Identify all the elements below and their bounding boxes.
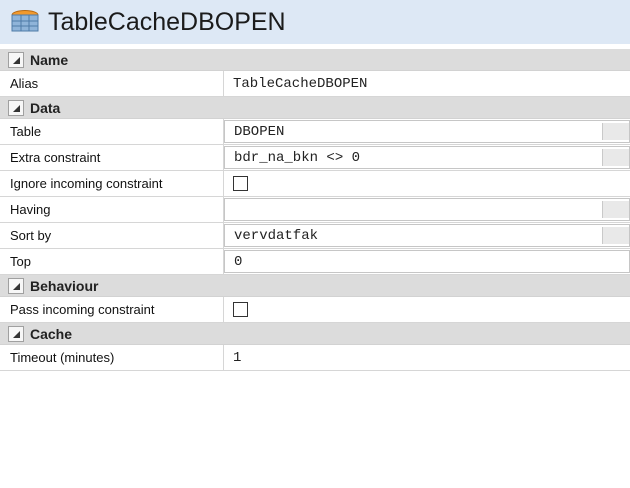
extra-constraint-value: bdr_na_bkn <> 0 xyxy=(234,149,361,166)
having-editor-button[interactable] xyxy=(602,201,629,218)
component-title: TableCacheDBOPEN xyxy=(48,7,286,36)
property-label: Ignore incoming constraint xyxy=(0,171,224,196)
property-row-sort-by: Sort by vervdatfak xyxy=(0,223,630,249)
property-row-alias: Alias TableCacheDBOPEN xyxy=(0,71,630,97)
ignore-incoming-value xyxy=(224,171,630,196)
category-cache[interactable]: Cache xyxy=(0,323,630,345)
category-label: Behaviour xyxy=(30,277,99,294)
property-label: Timeout (minutes) xyxy=(0,345,224,370)
timeout-value: 1 xyxy=(233,349,242,366)
top-value: 0 xyxy=(234,253,243,270)
category-data[interactable]: Data xyxy=(0,97,630,119)
property-row-top: Top 0 xyxy=(0,249,630,275)
having-field[interactable] xyxy=(224,198,630,221)
pass-incoming-value xyxy=(224,297,630,322)
category-label: Name xyxy=(30,51,69,68)
property-label: Extra constraint xyxy=(0,145,224,170)
property-row-ignore-incoming: Ignore incoming constraint xyxy=(0,171,630,197)
sort-by-field[interactable]: vervdatfak xyxy=(224,224,630,247)
top-field[interactable]: 0 xyxy=(224,250,630,273)
property-label: Top xyxy=(0,249,224,274)
alias-field[interactable]: TableCacheDBOPEN xyxy=(224,71,630,96)
collapse-triangle-icon[interactable] xyxy=(8,99,24,116)
table-dropdown-button[interactable] xyxy=(602,123,629,140)
property-row-having: Having xyxy=(0,197,630,223)
property-row-pass-incoming: Pass incoming constraint xyxy=(0,297,630,323)
ignore-incoming-checkbox[interactable] xyxy=(233,176,248,191)
property-label: Table xyxy=(0,119,224,144)
property-row-timeout: Timeout (minutes) 1 xyxy=(0,345,630,371)
collapse-triangle-icon[interactable] xyxy=(8,325,24,342)
pass-incoming-checkbox[interactable] xyxy=(233,302,248,317)
table-field[interactable]: DBOPEN xyxy=(224,120,630,143)
category-name[interactable]: Name xyxy=(0,49,630,71)
collapse-triangle-icon[interactable] xyxy=(8,51,24,68)
property-label: Sort by xyxy=(0,223,224,248)
extra-constraint-field[interactable]: bdr_na_bkn <> 0 xyxy=(224,146,630,169)
property-row-extra-constraint: Extra constraint bdr_na_bkn <> 0 xyxy=(0,145,630,171)
property-row-table: Table DBOPEN xyxy=(0,119,630,145)
property-grid: Name Alias TableCacheDBOPEN Data Table D… xyxy=(0,49,630,371)
extra-constraint-editor-button[interactable] xyxy=(602,149,629,166)
category-label: Cache xyxy=(30,325,73,342)
collapse-triangle-icon[interactable] xyxy=(8,277,24,294)
sort-by-editor-button[interactable] xyxy=(602,227,629,244)
table-value: DBOPEN xyxy=(234,123,285,140)
alias-value: TableCacheDBOPEN xyxy=(233,75,368,92)
table-cache-icon xyxy=(10,9,40,35)
category-label: Data xyxy=(30,99,61,116)
category-behaviour[interactable]: Behaviour xyxy=(0,275,630,297)
property-label: Alias xyxy=(0,71,224,96)
property-label: Having xyxy=(0,197,224,222)
property-label: Pass incoming constraint xyxy=(0,297,224,322)
property-header: TableCacheDBOPEN xyxy=(0,0,630,44)
sort-by-value: vervdatfak xyxy=(234,227,319,244)
timeout-field[interactable]: 1 xyxy=(224,345,630,370)
